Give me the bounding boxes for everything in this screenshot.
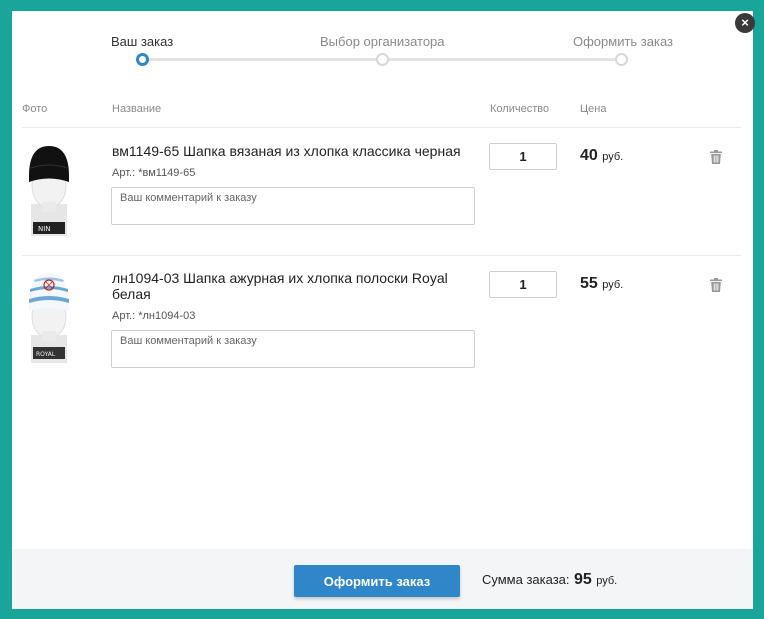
- total-value: 95: [573, 571, 592, 588]
- total-currency: руб.: [596, 575, 618, 587]
- comment-field[interactable]: [111, 187, 475, 225]
- step-checkout[interactable]: Оформить заказ: [573, 34, 673, 49]
- step-dot-your-order: [136, 53, 149, 66]
- product-image-black-hat: NIN: [29, 146, 69, 236]
- close-icon[interactable]: ×: [735, 13, 755, 33]
- quantity-field[interactable]: [489, 143, 557, 170]
- price-value: 40: [580, 147, 598, 164]
- item-price: 55 руб.: [580, 275, 623, 293]
- column-photo: Фото: [22, 103, 48, 115]
- step-dot-checkout: [615, 53, 628, 66]
- total-label: Сумма заказа:: [482, 572, 570, 587]
- order-footer: Оформить заказ Сумма заказа: 95 руб.: [12, 549, 753, 609]
- product-sku: Арт.: *лн1094-03: [112, 310, 196, 322]
- svg-text:ROYAL: ROYAL: [36, 351, 56, 358]
- price-currency: руб.: [602, 279, 624, 291]
- product-name[interactable]: лн1094-03 Шапка ажурная их хлопка полоск…: [112, 270, 482, 302]
- step-your-order[interactable]: Ваш заказ: [111, 34, 173, 49]
- column-name: Название: [112, 103, 162, 115]
- step-dot-choose-organizer: [376, 53, 389, 66]
- delete-icon[interactable]: [710, 150, 722, 164]
- comment-field[interactable]: [111, 330, 475, 368]
- svg-text:NIN: NIN: [38, 225, 51, 233]
- item-price: 40 руб.: [580, 147, 623, 165]
- product-image-striped-hat: ROYAL: [29, 273, 69, 363]
- order-modal: Ваш заказ Выбор организатора Оформить за…: [12, 11, 753, 609]
- delete-icon[interactable]: [710, 278, 722, 292]
- order-total: Сумма заказа: 95 руб.: [482, 571, 617, 589]
- column-quantity: Количество: [490, 103, 550, 115]
- price-currency: руб.: [602, 151, 624, 163]
- quantity-field[interactable]: [489, 271, 557, 298]
- step-choose-organizer[interactable]: Выбор организатора: [320, 34, 445, 49]
- column-price: Цена: [580, 103, 607, 115]
- product-sku: Арт.: *вм1149-65: [112, 167, 196, 179]
- product-name[interactable]: вм1149-65 Шапка вязаная из хлопка класси…: [112, 143, 482, 159]
- divider: [22, 127, 741, 128]
- divider: [22, 255, 741, 256]
- price-value: 55: [580, 275, 598, 292]
- checkout-button[interactable]: Оформить заказ: [294, 565, 460, 597]
